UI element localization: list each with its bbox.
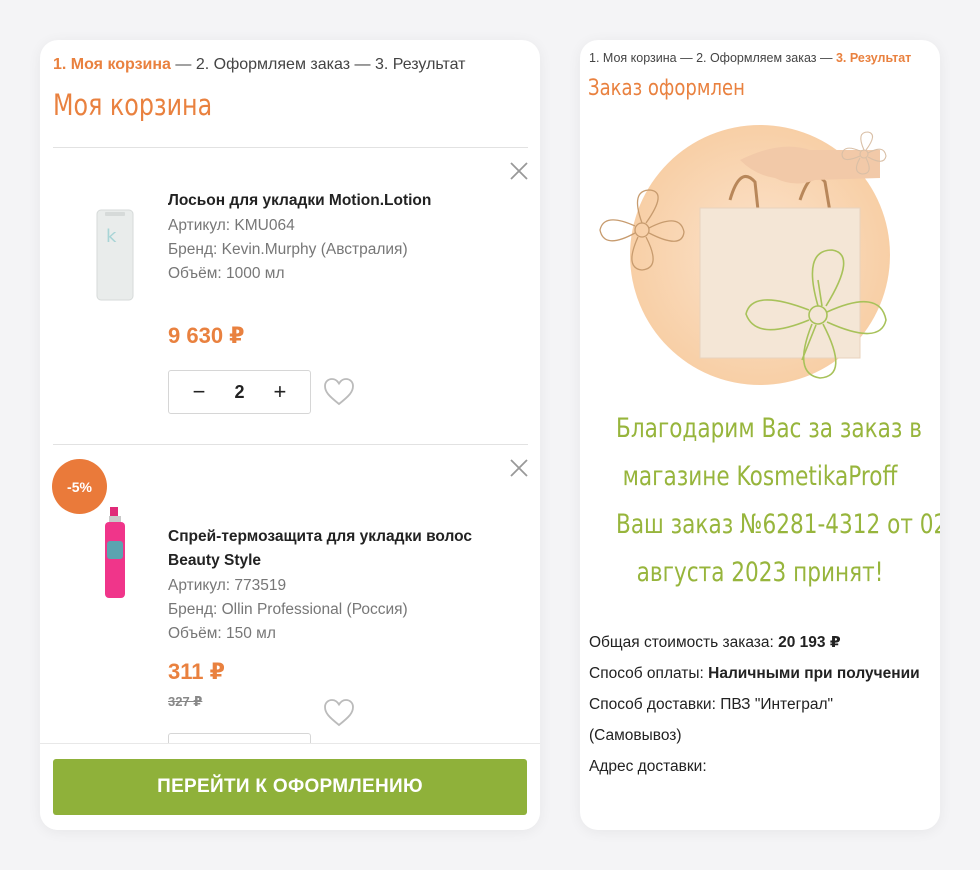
- remove-item-button[interactable]: [508, 160, 530, 182]
- bag-icon: [700, 208, 860, 358]
- product-image[interactable]: k: [70, 206, 160, 302]
- payment-method-value: Наличными при получении: [708, 665, 920, 682]
- qty-decrease-button[interactable]: −: [189, 381, 209, 403]
- thank-you-line: Благодарим Вас за заказ в: [616, 413, 922, 444]
- order-success-illustration: [599, 125, 890, 385]
- product-price: 311 ₽: [168, 659, 225, 684]
- qty-value[interactable]: 2: [234, 382, 244, 403]
- step-result[interactable]: 3. Результат: [375, 56, 466, 73]
- remove-item-button[interactable]: [508, 457, 530, 479]
- payment-method-row: Способ оплаты: Наличными при получении: [589, 658, 929, 689]
- thank-you-line: Ваш заказ №6281-4312 от 02: [616, 509, 940, 540]
- product-volume: Объём: 1000 мл: [168, 265, 285, 282]
- product-brand: Бренд: Kevin.Murphy (Австралия): [168, 241, 408, 258]
- step-separator: —: [175, 56, 192, 73]
- product-price: 9 630 ₽: [168, 323, 245, 348]
- step-cart[interactable]: 1. Моя корзина: [589, 51, 677, 65]
- order-total-row: Общая стоимость заказа: 20 193 ₽: [589, 627, 929, 658]
- step-result[interactable]: 3. Результат: [836, 51, 911, 65]
- step-checkout[interactable]: 2. Оформляем заказ: [696, 51, 816, 65]
- product-name[interactable]: Спрей-термозащита для укладки волос Beau…: [168, 525, 518, 573]
- delivery-address-row: Адрес доставки:: [589, 751, 929, 782]
- product-article: Артикул: KMU064: [168, 217, 295, 234]
- step-cart[interactable]: 1. Моя корзина: [53, 56, 171, 73]
- delivery-address-label: Адрес доставки:: [589, 758, 707, 775]
- delivery-method-label: Способ доставки:: [589, 696, 716, 713]
- lotion-bottle-image: k: [96, 209, 134, 301]
- cart-item: -5% Спрей-термозащита для укладки волос …: [40, 445, 540, 777]
- close-icon: [510, 459, 528, 477]
- spray-bottle-image: [105, 507, 125, 598]
- order-summary: Общая стоимость заказа: 20 193 ₽ Способ …: [589, 627, 929, 782]
- checkout-steps: 1. Моя корзина — 2. Оформляем заказ — 3.…: [53, 56, 466, 74]
- cart-panel: 1. Моя корзина — 2. Оформляем заказ — 3.…: [40, 40, 540, 830]
- product-image[interactable]: [70, 505, 160, 601]
- thank-you-line: магазине KosmetikaProff: [622, 461, 898, 492]
- checkout-steps: 1. Моя корзина — 2. Оформляем заказ — 3.…: [589, 51, 911, 65]
- step-separator: —: [680, 51, 693, 65]
- heart-icon[interactable]: [323, 698, 355, 728]
- thank-you-line: августа 2023 принят!: [636, 557, 884, 588]
- payment-method-label: Способ оплаты:: [589, 665, 704, 682]
- order-total-value: 20 193 ₽: [778, 634, 841, 651]
- product-article: Артикул: 773519: [168, 577, 287, 594]
- step-checkout[interactable]: 2. Оформляем заказ: [196, 56, 350, 73]
- page-title: Заказ оформлен: [588, 76, 745, 101]
- close-icon: [510, 162, 528, 180]
- product-old-price: 327 ₽: [168, 694, 203, 709]
- product-brand: Бренд: Ollin Professional (Россия): [168, 601, 408, 618]
- thank-you-message: Благодарим Вас за заказ в магазине Kosme…: [580, 405, 940, 597]
- order-total-label: Общая стоимость заказа:: [589, 634, 774, 651]
- product-volume: Объём: 150 мл: [168, 625, 276, 642]
- product-name[interactable]: Лосьон для укладки Motion.Lotion: [168, 189, 518, 213]
- order-result-panel: 1. Моя корзина — 2. Оформляем заказ — 3.…: [580, 40, 940, 830]
- delivery-method-row: Способ доставки: ПВЗ "Интеграл" (Самовыв…: [589, 689, 929, 751]
- cart-item: k Лосьон для укладки Motion.Lotion Артик…: [40, 148, 540, 444]
- quantity-stepper: − 2 +: [168, 370, 311, 414]
- heart-icon[interactable]: [323, 377, 355, 407]
- step-separator: —: [354, 56, 371, 73]
- qty-increase-button[interactable]: +: [270, 381, 290, 403]
- svg-text:k: k: [106, 226, 117, 247]
- proceed-to-checkout-button[interactable]: ПЕРЕЙТИ К ОФОРМЛЕНИЮ: [53, 759, 527, 815]
- step-separator: —: [820, 51, 833, 65]
- page-title: Моя корзина: [53, 88, 213, 122]
